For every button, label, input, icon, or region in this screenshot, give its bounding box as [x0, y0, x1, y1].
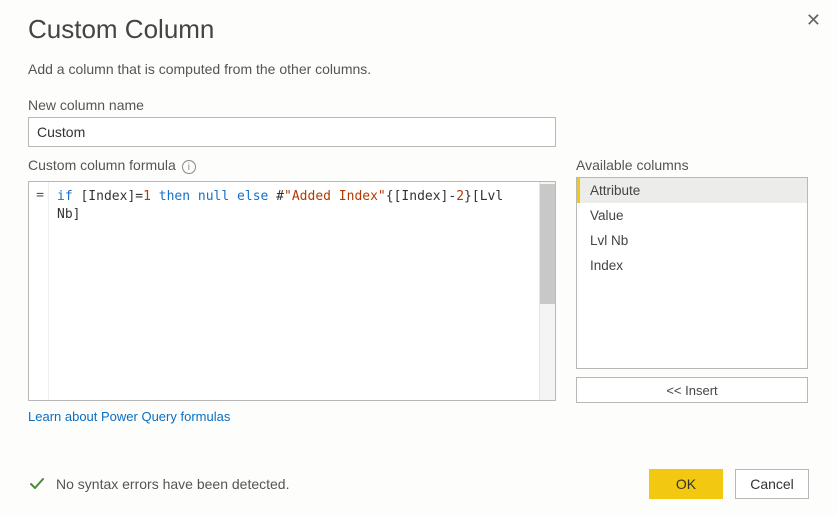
formula-gutter: = [29, 182, 49, 400]
available-column-item[interactable]: Value [577, 203, 807, 228]
insert-button[interactable]: << Insert [576, 377, 808, 403]
formula-scrollbar[interactable] [539, 182, 555, 400]
dialog-title: Custom Column [28, 14, 809, 45]
name-field-label: New column name [28, 97, 809, 113]
scrollbar-thumb[interactable] [540, 184, 555, 304]
available-column-item[interactable]: Index [577, 253, 807, 278]
formula-editor[interactable]: = if [Index]=1 then null else #"Added In… [28, 181, 556, 401]
check-icon [28, 475, 46, 493]
info-icon[interactable]: i [182, 160, 196, 174]
available-columns-label: Available columns [576, 157, 808, 173]
close-icon[interactable]: ✕ [806, 10, 821, 31]
column-name-input[interactable] [28, 117, 556, 147]
available-column-item[interactable]: Lvl Nb [577, 228, 807, 253]
learn-formulas-link[interactable]: Learn about Power Query formulas [28, 409, 556, 424]
formula-label: Custom column formula [28, 157, 176, 173]
available-column-item[interactable]: Attribute [577, 178, 807, 203]
formula-code[interactable]: if [Index]=1 then null else #"Added Inde… [49, 182, 539, 400]
dialog-subtitle: Add a column that is computed from the o… [28, 61, 809, 77]
available-columns-list[interactable]: Attribute Value Lvl Nb Index [576, 177, 808, 369]
cancel-button[interactable]: Cancel [735, 469, 809, 499]
status-message: No syntax errors have been detected. [56, 476, 289, 492]
ok-button[interactable]: OK [649, 469, 723, 499]
